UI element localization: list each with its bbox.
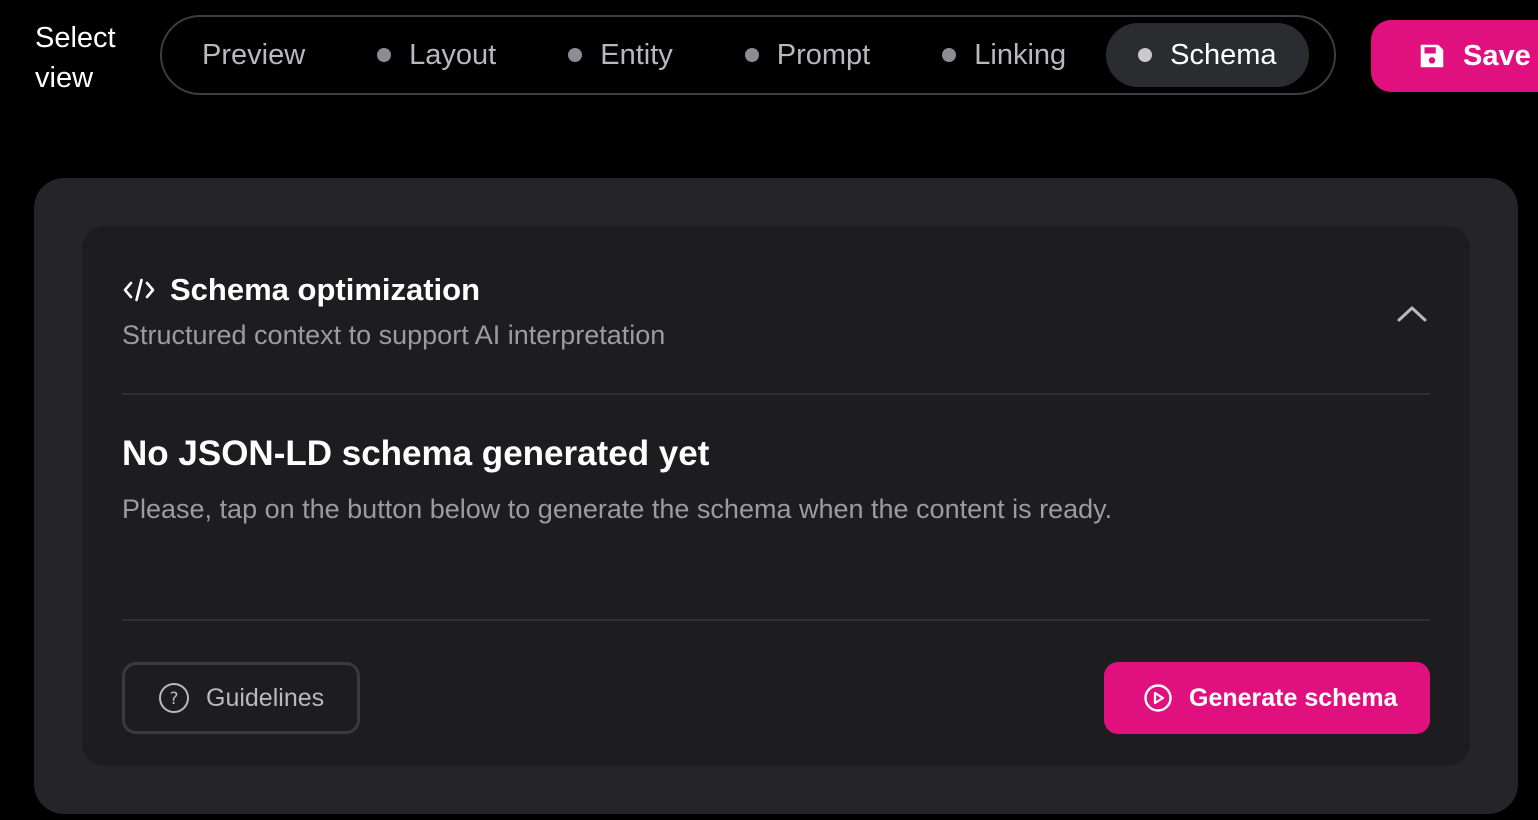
card-title: Schema optimization <box>170 272 481 307</box>
status-dot-icon <box>568 48 583 62</box>
status-dot-icon <box>377 48 392 62</box>
tab-label: Layout <box>409 38 497 71</box>
generate-schema-button[interactable]: Generate schema <box>1104 662 1430 734</box>
generate-schema-label: Generate schema <box>1189 683 1398 712</box>
divider <box>122 619 1430 621</box>
status-dot-icon <box>942 48 957 62</box>
question-circle-icon: ? <box>158 682 190 714</box>
guidelines-button[interactable]: ? Guidelines <box>122 662 360 734</box>
code-icon <box>122 277 156 303</box>
select-view-label: Select view <box>35 22 116 94</box>
status-dot-icon <box>744 48 759 62</box>
divider <box>122 393 1430 395</box>
empty-state-text: Please, tap on the button below to gener… <box>122 494 1113 524</box>
play-circle-icon <box>1143 683 1173 713</box>
collapse-toggle[interactable] <box>1394 296 1430 332</box>
guidelines-label: Guidelines <box>206 683 325 712</box>
view-switcher: Preview Layout Entity Prompt Linking Sch… <box>160 15 1336 95</box>
tab-schema[interactable]: Schema <box>1106 23 1309 87</box>
save-button[interactable]: Save <box>1371 20 1538 92</box>
save-label: Save <box>1463 39 1531 72</box>
tab-label: Prompt <box>776 38 871 71</box>
tab-label: Entity <box>600 38 673 71</box>
title-row: Schema optimization <box>122 270 1430 310</box>
chevron-up-icon <box>1396 304 1428 324</box>
tab-label: Linking <box>974 38 1067 71</box>
empty-state-title: No JSON-LD schema generated yet <box>122 434 710 473</box>
schema-panel: Schema optimization Structured context t… <box>34 178 1518 814</box>
tab-linking[interactable]: Linking <box>942 23 1066 87</box>
floppy-disk-icon <box>1417 41 1447 71</box>
card-subtitle: Structured context to support AI interpr… <box>122 320 666 350</box>
tab-entity[interactable]: Entity <box>568 23 673 87</box>
tab-label: Schema <box>1170 38 1277 71</box>
tab-layout[interactable]: Layout <box>377 23 496 87</box>
schema-view-page: Select view Preview Layout Entity Prompt… <box>0 0 1538 820</box>
card-header: Schema optimization Structured context t… <box>122 270 1430 390</box>
status-dot-icon <box>1138 48 1153 62</box>
schema-optimization-card: Schema optimization Structured context t… <box>82 226 1470 766</box>
svg-text:?: ? <box>169 689 178 709</box>
tab-preview[interactable]: Preview <box>202 23 305 87</box>
tab-label: Preview <box>202 38 306 71</box>
tab-prompt[interactable]: Prompt <box>744 23 871 87</box>
